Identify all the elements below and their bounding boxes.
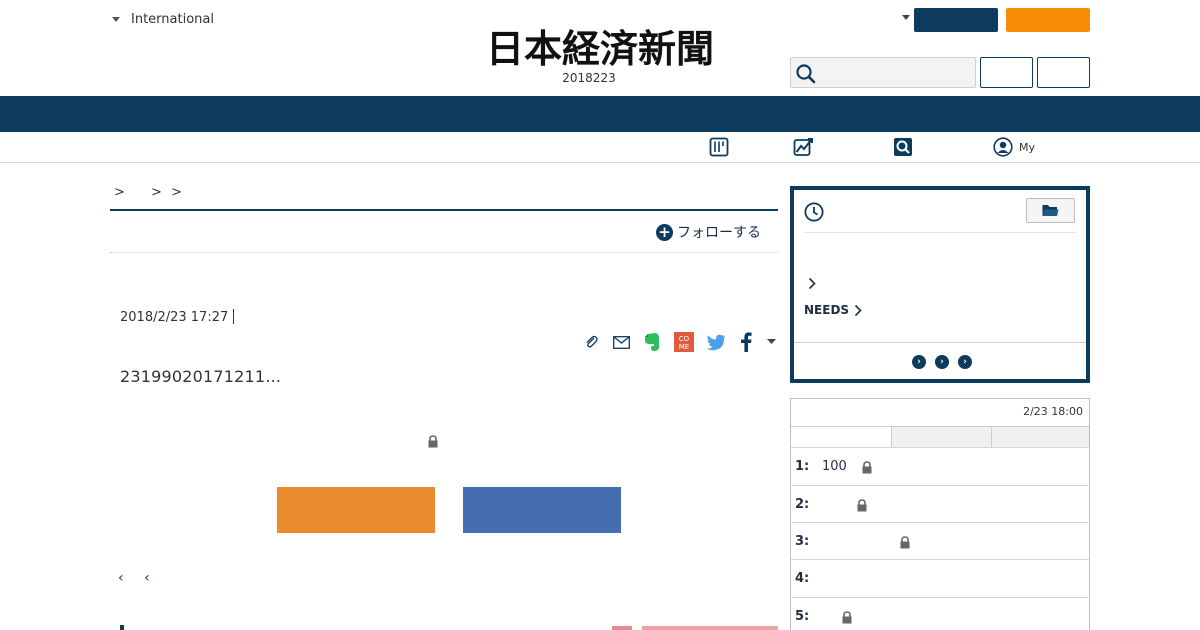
header-button-1[interactable] xyxy=(980,57,1033,88)
nikkei-logo[interactable]: 日本経済新聞 xyxy=(452,28,748,68)
lock-icon xyxy=(900,534,910,553)
account-caret-icon[interactable] xyxy=(902,15,910,20)
ranking-panel: 2/23 18:00 1: 100 2: 3: 4: 5: xyxy=(790,398,1090,630)
main-navigation-bar[interactable] xyxy=(0,96,1200,132)
user-icon xyxy=(993,137,1013,157)
comment-icon[interactable]: CO ME xyxy=(673,330,695,354)
breadcrumb: > > > xyxy=(114,185,190,200)
pagination-arrow-icon[interactable]: › xyxy=(935,355,949,369)
folder-icon xyxy=(1042,205,1059,216)
article-summary: 23199020171211... xyxy=(120,367,282,386)
section-marker xyxy=(120,625,124,630)
rank-number: 2: xyxy=(795,497,810,512)
edition-date: 2018223 xyxy=(562,71,616,85)
ranking-tab-1[interactable] xyxy=(791,427,891,448)
ranking-updated-time: 2/23 18:00 xyxy=(1023,405,1083,418)
clip-icon[interactable] xyxy=(581,330,601,354)
logo-text: 日本経済新聞 xyxy=(486,28,714,68)
folder-button[interactable] xyxy=(1026,198,1075,223)
back-link[interactable]: ‹ xyxy=(118,570,124,586)
panel-divider xyxy=(804,232,1076,233)
lock-icon xyxy=(842,609,852,628)
published-date-text: 2018/2/23 17:27 xyxy=(120,310,229,325)
subscribe-cta-button[interactable] xyxy=(277,487,435,533)
rank-number: 5: xyxy=(795,609,810,624)
lock-icon xyxy=(862,459,872,478)
ranking-row[interactable]: 4: xyxy=(791,559,1089,597)
paper-viewer-icon[interactable] xyxy=(709,137,729,157)
facebook-icon[interactable] xyxy=(736,330,756,354)
breadcrumb-sep: > xyxy=(171,185,182,200)
my-label: My xyxy=(1019,140,1036,154)
svg-text:ME: ME xyxy=(679,343,689,351)
share-more-caret-icon[interactable] xyxy=(764,330,778,354)
ranking-tab-2[interactable] xyxy=(891,427,991,448)
ranking-tab-3[interactable] xyxy=(991,427,1089,448)
my-page-link[interactable]: My xyxy=(993,137,1035,157)
breadcrumb-sep: > xyxy=(114,185,125,200)
panel-divider xyxy=(794,342,1086,343)
lock-icon xyxy=(857,497,867,516)
panel-pagination: › › › xyxy=(912,355,972,369)
ranking-row[interactable]: 3: xyxy=(791,522,1089,560)
pagination-arrow-icon[interactable]: › xyxy=(912,355,926,369)
back-link[interactable]: ‹ xyxy=(144,570,150,586)
clock-icon xyxy=(804,202,824,226)
rank-number: 4: xyxy=(795,571,810,586)
ad-banner[interactable] xyxy=(612,626,778,630)
search-input[interactable] xyxy=(819,61,969,84)
ranking-row[interactable]: 1: 100 xyxy=(791,447,1089,485)
nikkei-logo-mark: 日本経済新聞 xyxy=(486,28,714,68)
needs-label: NEEDS xyxy=(804,303,850,317)
more-link-chevron-icon[interactable] xyxy=(808,275,816,294)
subscribe-button[interactable] xyxy=(1006,8,1090,32)
breadcrumb-sep: > xyxy=(151,185,162,200)
header-button-2[interactable] xyxy=(1037,57,1090,88)
plus-circle-icon: + xyxy=(656,223,673,241)
ranking-row[interactable]: 2: xyxy=(791,485,1089,523)
article-navigation: ‹ ‹ xyxy=(118,570,166,586)
search-icon xyxy=(796,64,816,84)
date-separator xyxy=(233,309,235,324)
search-feature-icon[interactable] xyxy=(893,137,913,157)
follow-button[interactable]: + フォローする xyxy=(656,222,761,242)
svg-text:CO: CO xyxy=(679,335,690,343)
caret-down-icon xyxy=(112,17,120,22)
chevron-right-icon xyxy=(854,304,862,316)
section-divider xyxy=(110,209,778,211)
follow-label: フォローする xyxy=(677,225,761,241)
login-cta-button[interactable] xyxy=(463,487,621,533)
ranking-tabs xyxy=(791,426,1089,448)
login-button[interactable] xyxy=(914,8,998,32)
rank-number: 1: xyxy=(795,459,810,474)
rank-title: 100 xyxy=(822,459,847,474)
sub-navigation: My xyxy=(0,132,1200,163)
search-box[interactable] xyxy=(790,57,976,88)
market-chart-icon[interactable] xyxy=(793,137,815,157)
pagination-arrow-icon[interactable]: › xyxy=(958,355,972,369)
rank-number: 3: xyxy=(795,534,810,549)
region-selector[interactable]: International xyxy=(112,12,214,27)
mail-icon[interactable] xyxy=(611,330,631,354)
ranking-row[interactable]: 5: xyxy=(791,597,1089,630)
dotted-divider xyxy=(110,252,778,253)
recently-viewed-panel: NEEDS › › › xyxy=(790,186,1090,383)
published-date: 2018/2/23 17:27 xyxy=(120,309,235,325)
lock-icon xyxy=(428,433,438,452)
region-label: International xyxy=(131,12,214,27)
twitter-icon[interactable] xyxy=(705,330,727,354)
evernote-icon[interactable] xyxy=(642,330,662,354)
needs-link[interactable]: NEEDS xyxy=(804,303,862,317)
